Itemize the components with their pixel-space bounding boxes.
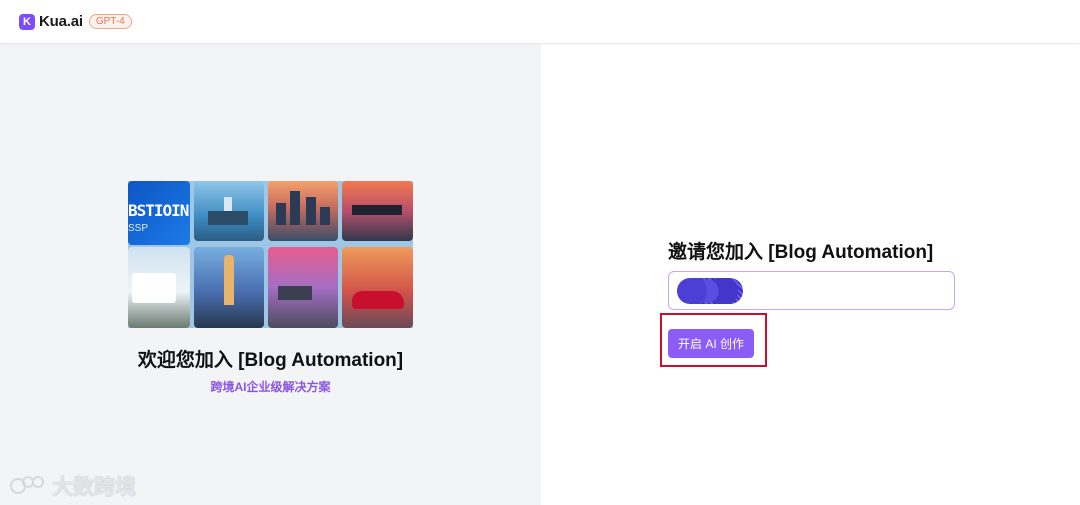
- collage-tile: [194, 181, 264, 241]
- collage-tile: BSTIOIN SSP: [128, 181, 190, 245]
- collage-tile: [268, 181, 338, 241]
- watermark-logo-icon: [10, 474, 48, 498]
- collage-tile: [342, 181, 413, 241]
- collage-tile: [194, 247, 264, 328]
- logo-text[interactable]: Kua.ai: [39, 13, 83, 30]
- collage-tile-subtext: SSP: [128, 223, 149, 234]
- collage-tile: [268, 247, 338, 328]
- welcome-subtitle: 跨境AI企业级解决方案: [210, 380, 331, 394]
- invite-title: 邀请您加入 [Blog Automation]: [668, 242, 934, 263]
- kua-logo-icon[interactable]: K: [19, 13, 35, 30]
- name-input-field[interactable]: [668, 271, 955, 310]
- top-header: K Kua.ai GPT-4: [0, 0, 1080, 44]
- left-welcome-panel: BSTIOIN SSP 欢迎您加入 [Blog Automation] 跨境AI…: [0, 44, 541, 505]
- start-ai-creation-button[interactable]: 开启 AI 创作: [668, 329, 754, 358]
- collage-tile: [128, 247, 190, 328]
- hero-image-collage: BSTIOIN SSP: [128, 181, 413, 328]
- watermark-text: 大数跨境: [52, 476, 136, 499]
- collage-tile-text: BSTIOIN: [128, 201, 189, 220]
- model-badge: GPT-4: [88, 14, 132, 29]
- right-invite-panel: 邀请您加入 [Blog Automation] 开启 AI 创作: [541, 44, 1080, 505]
- collage-tile: [342, 247, 413, 328]
- name-input[interactable]: [677, 272, 937, 309]
- welcome-title: 欢迎您加入 [Blog Automation]: [137, 350, 404, 371]
- watermark: 大数跨境: [10, 471, 136, 501]
